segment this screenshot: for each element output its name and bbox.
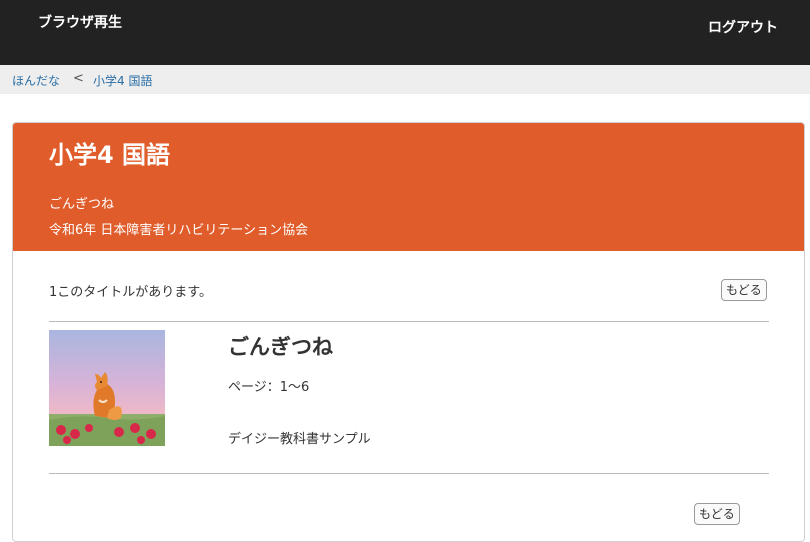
pages-value: 1〜6 <box>279 380 310 395</box>
panel-header: 小学4 国語 ごんぎつね 令和6年 日本障害者リハビリテーション協会 <box>13 123 804 251</box>
title-count-text: 1このタイトルがあります。 <box>49 285 212 300</box>
breadcrumb-home-link[interactable]: ほんだな <box>12 72 60 89</box>
top-navbar: ブラウザ再生 ログアウト <box>0 0 810 65</box>
book-title-link[interactable]: ごんぎつね <box>228 331 333 361</box>
page-title: 小学4 国語 <box>49 141 171 169</box>
app-brand[interactable]: ブラウザ再生 <box>38 12 122 32</box>
fox-illustration-icon <box>49 330 165 446</box>
divider-top <box>49 321 769 322</box>
back-button-bottom[interactable]: もどる <box>694 503 740 525</box>
book-list-panel: 小学4 国語 ごんぎつね 令和6年 日本障害者リハビリテーション協会 1このタイ… <box>12 122 805 542</box>
panel-subtitle: ごんぎつね <box>49 197 115 212</box>
book-pages: ページ：1〜6 <box>228 376 309 395</box>
breadcrumb-current-link[interactable]: 小学4 国語 <box>93 72 152 89</box>
breadcrumb: ほんだな < 小学4 国語 <box>0 65 810 94</box>
logout-button[interactable]: ログアウト <box>708 17 778 37</box>
back-button-top[interactable]: もどる <box>721 279 767 301</box>
book-thumbnail[interactable] <box>49 330 165 446</box>
pages-label: ページ： <box>228 380 280 395</box>
breadcrumb-separator: < <box>73 71 84 86</box>
panel-publisher: 令和6年 日本障害者リハビリテーション協会 <box>49 223 309 238</box>
book-description: デイジー教科書サンプル <box>228 432 371 447</box>
divider-bottom <box>49 473 769 474</box>
